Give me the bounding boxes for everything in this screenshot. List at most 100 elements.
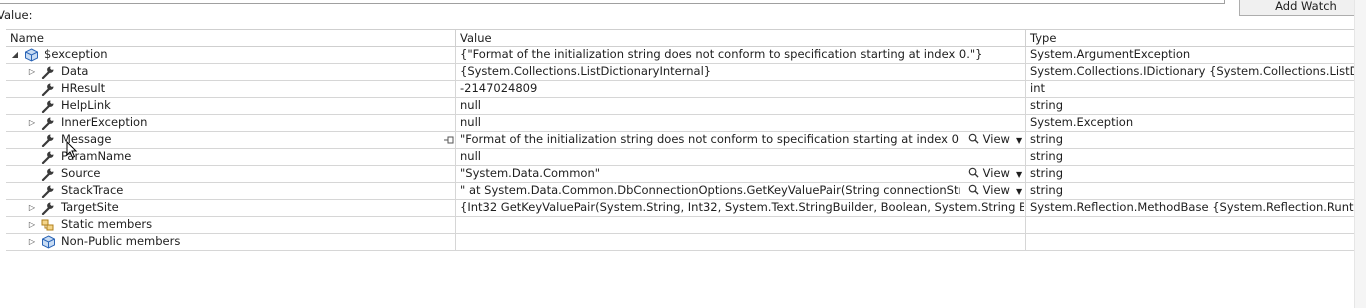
mouse-cursor-icon xyxy=(66,141,78,159)
row-name: HelpLink xyxy=(61,98,111,112)
value-cell[interactable]: null xyxy=(456,115,1026,131)
value-cell[interactable]: {Int32 GetKeyValuePair(System.String, In… xyxy=(456,200,1026,216)
wrench-icon xyxy=(41,116,56,131)
table-row[interactable]: Source "System.Data.Common" View ▼ string xyxy=(6,166,1354,183)
value-cell[interactable]: {System.Collections.ListDictionaryIntern… xyxy=(456,64,1026,80)
dropdown-arrow-icon[interactable]: ▼ xyxy=(1016,170,1022,179)
name-cell[interactable]: ◢ $exception xyxy=(6,47,456,63)
row-value: null xyxy=(460,149,481,163)
dropdown-arrow-icon[interactable]: ▼ xyxy=(1016,187,1022,196)
view-label: View xyxy=(982,166,1010,180)
name-cell[interactable]: ▷ InnerException xyxy=(6,115,456,131)
view-label: View xyxy=(982,183,1010,197)
wrench-icon xyxy=(41,201,56,216)
row-name: InnerException xyxy=(61,115,148,129)
table-row[interactable]: StackTrace " at System.Data.Common.DbConn… xyxy=(6,183,1354,200)
type-cell: string xyxy=(1030,183,1064,197)
expand-arrow-icon xyxy=(27,81,37,97)
value-cell[interactable]: null xyxy=(456,149,1026,165)
value-cell[interactable]: null xyxy=(456,98,1026,114)
table-row[interactable]: ▷ TargetSite {Int32 GetKeyValuePair(System… xyxy=(6,200,1354,217)
name-cell[interactable]: StackTrace xyxy=(6,183,456,199)
expand-arrow-icon[interactable]: ▷ xyxy=(27,234,37,250)
object-icon xyxy=(41,235,56,249)
wrench-icon xyxy=(41,184,56,199)
row-name: Non-Public members xyxy=(61,234,181,248)
expand-arrow-icon xyxy=(27,132,37,148)
view-label: View xyxy=(982,132,1010,146)
view-visualizer-button[interactable]: View ▼ xyxy=(968,183,1022,199)
expand-arrow-icon[interactable]: ▷ xyxy=(27,200,37,216)
magnifier-icon xyxy=(968,133,979,144)
table-row[interactable]: ◢ $exception {"Format of the initializatio… xyxy=(6,47,1354,64)
table-row[interactable]: ▷ Non-Public members xyxy=(6,234,1354,251)
expand-arrow-icon xyxy=(27,166,37,182)
wrench-icon xyxy=(41,82,56,97)
wrench-icon xyxy=(41,133,56,148)
expression-input[interactable] xyxy=(0,0,1225,4)
table-row[interactable]: ▷ Static members xyxy=(6,217,1354,234)
value-label: Value: xyxy=(0,8,33,22)
watch-grid: Name Value Type ◢ $exception {"Format of t… xyxy=(6,29,1354,251)
table-row[interactable]: ▷ Data {System.Collections.ListDictionaryI… xyxy=(6,64,1354,81)
row-name: Source xyxy=(61,166,101,180)
row-name: Static members xyxy=(61,217,153,231)
type-cell xyxy=(1026,234,1354,250)
watch-toolbar: Value: Add Watch xyxy=(0,0,1366,28)
grid-rows: ◢ $exception {"Format of the initializatio… xyxy=(6,47,1354,251)
name-cell[interactable]: ▷ Non-Public members xyxy=(6,234,456,250)
value-cell[interactable]: -2147024809 xyxy=(456,81,1026,97)
magnifier-icon xyxy=(968,184,979,195)
name-cell[interactable]: ▷ Data xyxy=(6,64,456,80)
name-cell[interactable]: HelpLink xyxy=(6,98,456,114)
expand-arrow-icon[interactable]: ▷ xyxy=(27,64,37,80)
row-name: Data xyxy=(61,64,89,78)
vertical-scrollbar[interactable] xyxy=(1354,0,1366,308)
type-cell: System.ArgumentException xyxy=(1030,47,1191,61)
collapse-arrow-icon[interactable]: ◢ xyxy=(10,47,20,63)
wrench-icon xyxy=(41,99,56,114)
value-cell[interactable]: " at System.Data.Common.DbConnectionOpti… xyxy=(456,183,1026,199)
name-cell[interactable]: Source xyxy=(6,166,456,182)
expand-arrow-icon[interactable]: ▷ xyxy=(27,217,37,233)
name-cell[interactable]: ▷ Static members xyxy=(6,217,456,233)
wrench-icon xyxy=(41,65,56,80)
column-header-value[interactable]: Value xyxy=(456,30,1026,47)
add-watch-button[interactable]: Add Watch xyxy=(1239,0,1366,16)
object-icon xyxy=(24,48,39,62)
row-value: null xyxy=(460,98,481,112)
type-cell: string xyxy=(1030,98,1064,112)
row-name: TargetSite xyxy=(61,200,119,214)
table-row[interactable]: ▷ InnerException null System.Exception xyxy=(6,115,1354,132)
pin-icon[interactable] xyxy=(443,132,455,148)
name-cell[interactable]: HResult xyxy=(6,81,456,97)
row-value: " at System.Data.Common.DbConnectionOpti… xyxy=(460,183,960,197)
expand-arrow-icon xyxy=(27,183,37,199)
grid-header: Name Value Type xyxy=(6,29,1354,47)
row-name: StackTrace xyxy=(61,183,124,197)
view-visualizer-button[interactable]: View ▼ xyxy=(968,132,1022,148)
name-cell[interactable]: ▷ TargetSite xyxy=(6,200,456,216)
table-row[interactable]: ParamName null string xyxy=(6,149,1354,166)
table-row[interactable]: Message "Format of the initialization str… xyxy=(6,132,1354,149)
table-row[interactable]: HResult -2147024809 int xyxy=(6,81,1354,98)
value-cell[interactable] xyxy=(456,234,1026,250)
type-cell xyxy=(1026,217,1354,233)
value-cell[interactable]: "Format of the initialization string doe… xyxy=(456,132,1026,148)
value-cell[interactable]: {"Format of the initialization string do… xyxy=(456,47,1026,63)
value-cell[interactable]: "System.Data.Common" View ▼ xyxy=(456,166,1026,182)
expand-arrow-icon xyxy=(27,149,37,165)
expand-arrow-icon[interactable]: ▷ xyxy=(27,115,37,131)
view-visualizer-button[interactable]: View ▼ xyxy=(968,166,1022,182)
table-row[interactable]: HelpLink null string xyxy=(6,98,1354,115)
column-header-name[interactable]: Name xyxy=(6,30,456,47)
row-value: -2147024809 xyxy=(460,81,538,95)
column-header-type[interactable]: Type xyxy=(1026,30,1354,47)
row-value: {Int32 GetKeyValuePair(System.String, In… xyxy=(460,200,1024,214)
dropdown-arrow-icon[interactable]: ▼ xyxy=(1016,136,1022,145)
value-cell[interactable] xyxy=(456,217,1026,233)
expand-arrow-icon xyxy=(27,98,37,114)
row-value: "System.Data.Common" xyxy=(460,166,601,180)
row-value: {System.Collections.ListDictionaryIntern… xyxy=(460,64,712,78)
magnifier-icon xyxy=(968,167,979,178)
